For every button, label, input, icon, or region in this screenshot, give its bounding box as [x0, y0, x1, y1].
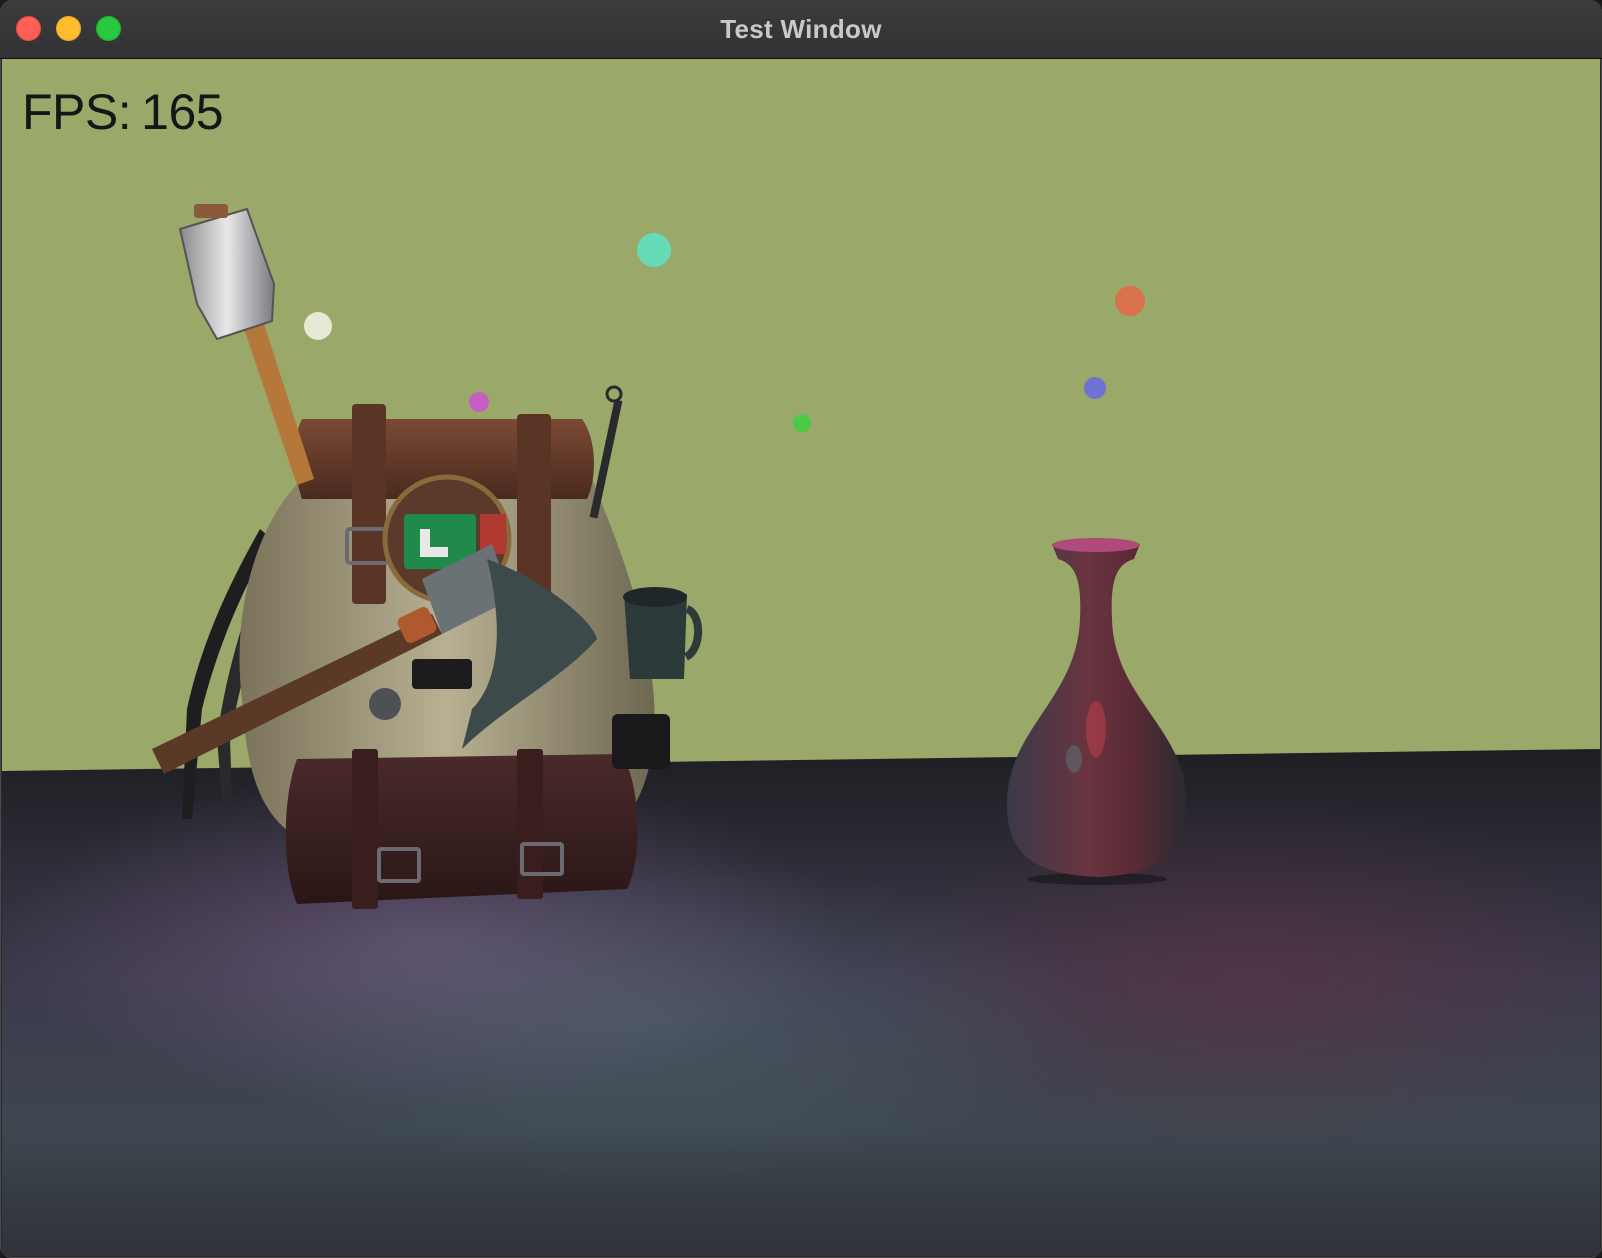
fps-label: FPS:	[22, 84, 132, 140]
light-magenta	[469, 392, 489, 412]
light-green	[793, 414, 811, 432]
light-cyan	[637, 233, 671, 267]
render-viewport[interactable]: FPS: 165	[2, 59, 1600, 1256]
fps-value: 165	[141, 84, 224, 140]
light-orange	[1115, 286, 1145, 316]
light-blue	[1084, 377, 1106, 399]
title-bar[interactable]: Test Window	[0, 0, 1602, 59]
window-title: Test Window	[720, 14, 882, 44]
light-white	[304, 312, 332, 340]
app-window: Test Window FPS: 165	[0, 0, 1602, 1258]
fps-counter: FPS: 165	[22, 83, 224, 141]
scene-canvas	[2, 59, 1600, 1256]
